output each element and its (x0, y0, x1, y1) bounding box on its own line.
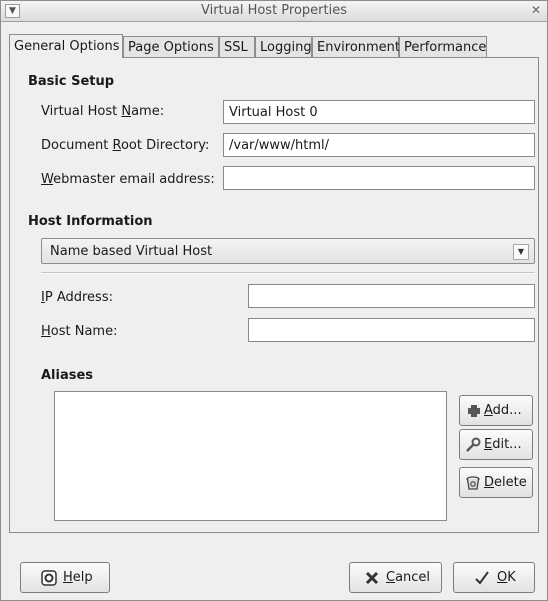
title-bar[interactable]: ▼ Virtual Host Properties ✕ (1, 1, 547, 22)
ip-address-label: IP Address: (41, 290, 113, 305)
tab-label: Logging (260, 40, 312, 55)
ok-label: OK (497, 570, 516, 585)
trash-icon (466, 476, 480, 490)
add-icon (468, 405, 480, 417)
divider (41, 272, 535, 274)
cancel-button[interactable]: Cancel (349, 562, 442, 593)
edit-alias-button[interactable]: Edit... (459, 429, 533, 460)
ok-button[interactable]: OK (453, 562, 535, 593)
webmaster-email-field[interactable] (223, 166, 535, 190)
tab-label: Page Options (128, 40, 214, 55)
cancel-label: Cancel (386, 570, 431, 585)
tab-label: General Options (14, 39, 120, 54)
tab-environment[interactable]: Environment (312, 36, 401, 57)
close-icon (365, 571, 379, 585)
add-alias-label: Add... (484, 403, 522, 418)
help-button[interactable]: Help (20, 562, 110, 593)
aliases-list[interactable] (54, 391, 447, 521)
host-type-selected: Name based Virtual Host (50, 244, 213, 259)
help-icon (41, 570, 57, 586)
tab-label: Performance (404, 40, 487, 55)
document-root-label: Document Root Directory: (41, 138, 210, 153)
tab-logging[interactable]: Logging (255, 36, 312, 57)
virtual-host-name-field[interactable] (223, 100, 535, 124)
delete-alias-label: Delete (484, 475, 527, 490)
ip-address-field[interactable] (248, 284, 535, 308)
host-type-dropdown[interactable]: Name based Virtual Host ▼ (41, 238, 535, 264)
webmaster-email-label: Webmaster email address: (41, 172, 215, 187)
wrench-icon (466, 437, 481, 452)
delete-alias-button[interactable]: Delete (459, 467, 533, 498)
help-label: Help (63, 570, 93, 585)
host-name-label: Host Name: (41, 324, 118, 339)
close-icon[interactable]: ✕ (530, 3, 542, 17)
tab-performance[interactable]: Performance (399, 36, 487, 57)
host-name-field[interactable] (248, 318, 535, 342)
checkmark-icon (475, 571, 489, 585)
basic-setup-heading: Basic Setup (28, 74, 115, 89)
dialog-window: ▼ Virtual Host Properties ✕ General Opti… (0, 0, 548, 601)
window-title: Virtual Host Properties (200, 3, 348, 18)
aliases-heading: Aliases (41, 368, 94, 383)
tab-ssl[interactable]: SSL (219, 36, 255, 57)
tab-general-options[interactable]: General Options (9, 34, 123, 58)
document-root-field[interactable] (223, 133, 535, 157)
tab-label: SSL (224, 40, 248, 55)
tab-page-options[interactable]: Page Options (123, 36, 219, 57)
add-alias-button[interactable]: Add... (459, 395, 533, 426)
edit-alias-label: Edit... (484, 437, 522, 452)
tab-label: Environment (317, 40, 401, 55)
virtual-host-name-label: Virtual Host Name: (41, 104, 165, 119)
chevron-down-icon: ▼ (513, 244, 529, 260)
host-information-heading: Host Information (28, 214, 153, 229)
